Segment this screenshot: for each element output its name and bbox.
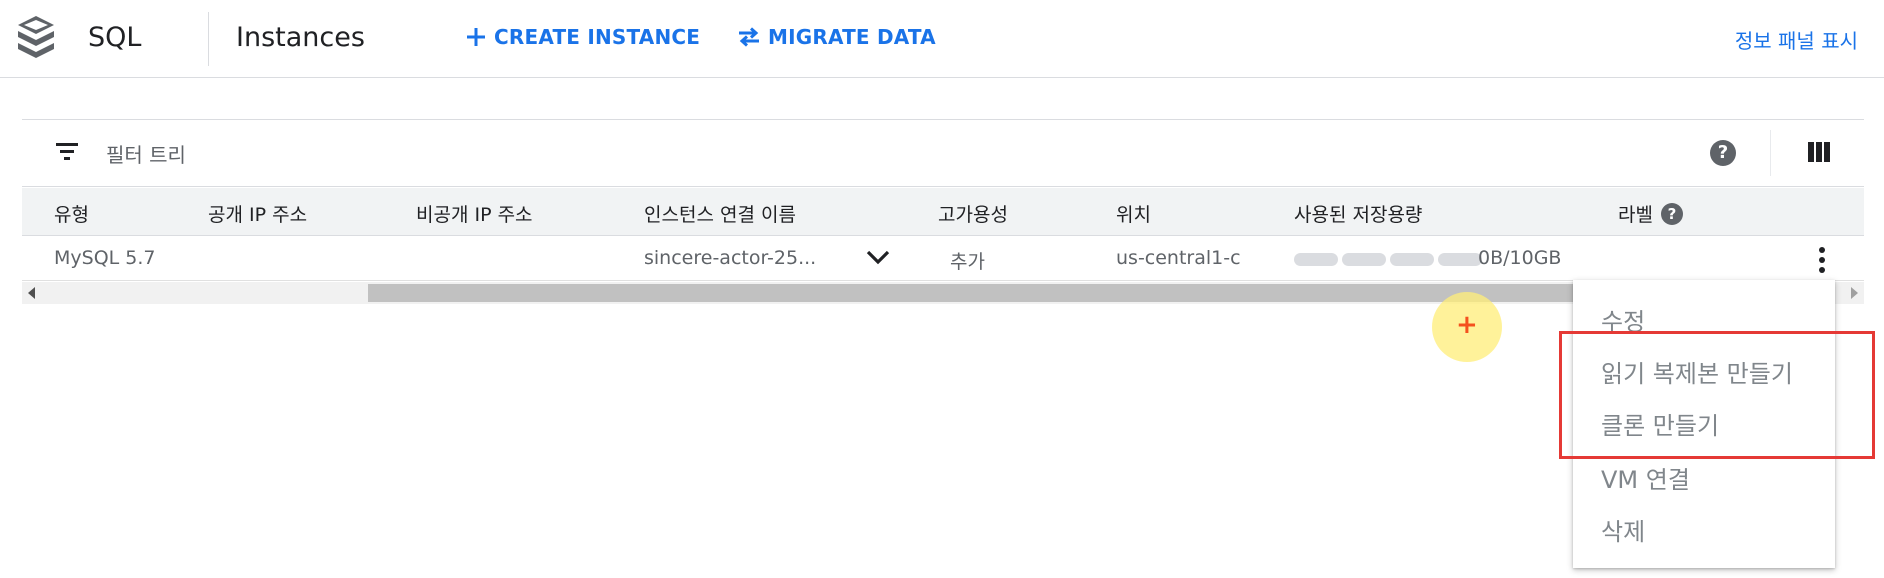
- plus-icon: [467, 28, 485, 46]
- column-header-private-ip[interactable]: 비공개 IP 주소: [416, 200, 533, 227]
- column-display-icon[interactable]: [1808, 141, 1830, 163]
- migrate-data-button[interactable]: MIGRATE DATA: [738, 25, 936, 49]
- crosshair-cursor-icon: +: [1456, 310, 1478, 340]
- product-name: SQL: [88, 22, 142, 53]
- storage-bar-segment: [1294, 253, 1338, 266]
- column-header-labels[interactable]: 라벨 ?: [1618, 200, 1683, 227]
- cell-storage-text: 0B/10GB: [1478, 247, 1562, 269]
- show-info-panel-link[interactable]: 정보 패널 표시: [1735, 25, 1858, 54]
- labels-help-icon[interactable]: ?: [1660, 202, 1683, 225]
- migrate-data-label: MIGRATE DATA: [768, 25, 936, 49]
- toolbar-divider: [1770, 130, 1771, 176]
- more-vert-icon[interactable]: [1810, 245, 1834, 275]
- filter-icon[interactable]: [56, 142, 78, 160]
- column-header-public-ip[interactable]: 공개 IP 주소: [208, 200, 307, 227]
- scrollbar-thumb[interactable]: [368, 284, 1768, 302]
- storage-bar-segment: [1390, 253, 1434, 266]
- sql-stack-icon: [18, 16, 54, 58]
- column-header-connection-name[interactable]: 인스턴스 연결 이름: [644, 200, 796, 227]
- filter-bar: 필터 트리 ?: [22, 120, 1864, 187]
- swap-arrows-icon: [739, 27, 759, 47]
- page-title: Instances: [236, 22, 365, 53]
- menu-item-connect-vm[interactable]: VM 연결: [1601, 460, 1690, 495]
- column-header-storage[interactable]: 사용된 저장용량: [1294, 200, 1422, 227]
- header-divider: [208, 12, 209, 66]
- table-header: 유형 공개 IP 주소 비공개 IP 주소 인스턴스 연결 이름 고가용성 위치…: [22, 188, 1864, 236]
- storage-bar-segment: [1342, 253, 1386, 266]
- cell-connection-name: sincere-actor-25...: [644, 247, 817, 269]
- chevron-down-icon[interactable]: [866, 249, 890, 265]
- scroll-left-arrow-icon[interactable]: [28, 287, 35, 299]
- column-header-type[interactable]: 유형: [54, 200, 89, 227]
- table-row[interactable]: MySQL 5.7 sincere-actor-25... 추가 us-cent…: [22, 237, 1864, 281]
- column-header-location[interactable]: 위치: [1116, 200, 1151, 227]
- add-high-availability-link[interactable]: 추가: [950, 247, 985, 274]
- storage-bar-segment: [1438, 253, 1482, 266]
- scroll-right-arrow-icon[interactable]: [1851, 287, 1858, 299]
- annotation-highlight-box: [1559, 331, 1875, 459]
- create-instance-label: CREATE INSTANCE: [494, 25, 701, 49]
- menu-item-delete[interactable]: 삭제: [1601, 512, 1645, 547]
- column-header-labels-text: 라벨: [1618, 204, 1653, 226]
- cell-type: MySQL 5.7: [54, 247, 156, 269]
- filter-input[interactable]: 필터 트리: [106, 139, 186, 168]
- create-instance-button[interactable]: CREATE INSTANCE: [466, 25, 700, 49]
- storage-usage-bar: [1294, 253, 1482, 266]
- help-icon[interactable]: ?: [1710, 140, 1736, 166]
- column-header-high-availability[interactable]: 고가용성: [938, 200, 1008, 227]
- top-bar: SQL Instances CREATE INSTANCE MIGRATE DA…: [0, 0, 1884, 78]
- cell-location: us-central1-c: [1116, 247, 1241, 269]
